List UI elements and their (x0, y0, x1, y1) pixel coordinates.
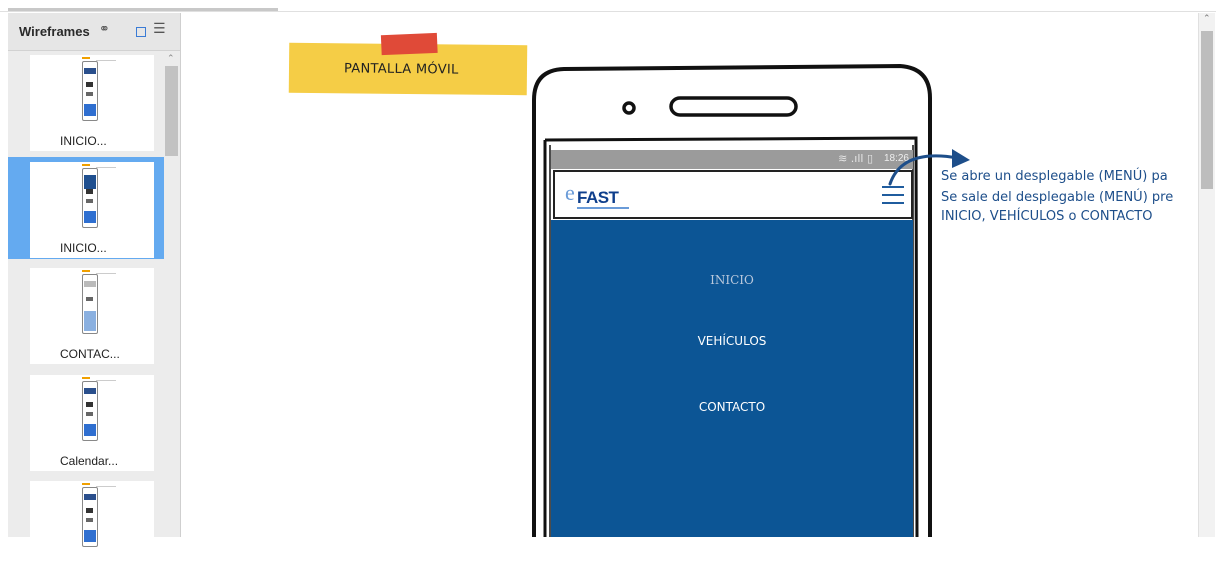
wireframe-thumbnail[interactable]: CONTAC... (30, 268, 154, 364)
camera-icon (622, 101, 636, 115)
scroll-up-icon[interactable]: ⌃ (167, 54, 175, 64)
sidebar-scrollbar-thumb[interactable] (165, 66, 178, 156)
sidebar-scrollbar[interactable]: ⌃ (165, 52, 178, 537)
thumb-phone (82, 168, 98, 228)
wireframe-thumbnail[interactable] (30, 481, 154, 577)
list-view-icon[interactable]: ☰ (153, 21, 166, 37)
grid-view-icon[interactable] (136, 27, 146, 37)
logo-text: FAST (577, 188, 619, 207)
canvas-scrollbar[interactable]: ⌃ (1198, 13, 1215, 537)
canvas-scrollbar-thumb[interactable] (1201, 31, 1213, 189)
status-bar: ≋ .ıll ▯ 18:26 (551, 150, 913, 169)
scroll-up-icon[interactable]: ⌃ (1203, 14, 1211, 24)
sticky-note[interactable]: PANTALLA MÓVIL (288, 32, 528, 96)
wireframe-thumbnail[interactable]: Calendar... (30, 375, 154, 471)
wireframe-thumbnail[interactable]: INICIO... (30, 55, 154, 151)
sidebar-title: Wireframes (19, 24, 90, 39)
wireframe-thumbnail-selected[interactable]: INICIO... (30, 162, 154, 258)
thumb-text (96, 273, 116, 274)
thumb-text (96, 486, 116, 487)
menu-item-contacto[interactable]: CONTACTO (551, 400, 913, 414)
thumbnail-label: Calendar... (60, 454, 119, 468)
thumb-text (96, 167, 116, 168)
menu-item-vehiculos[interactable]: VEHÍCULOS (551, 334, 913, 348)
logo-e: e (565, 180, 575, 205)
top-strip (0, 0, 1216, 12)
sidebar-header: Wireframes ⚭ ☰ (8, 13, 180, 51)
thumb-note (82, 483, 90, 485)
thumb-note (82, 377, 90, 379)
divider (0, 11, 1216, 12)
dropdown-menu: INICIO VEHÍCULOS CONTACTO (551, 220, 913, 537)
annotation-line-1: Se abre un desplegable (MENÚ) pa (941, 169, 1168, 184)
annotation-line-3: INICIO, VEHÍCULOS o CONTACTO (941, 209, 1153, 224)
thumb-note (82, 270, 90, 272)
thumb-phone (82, 381, 98, 441)
link-icon[interactable]: ⚭ (99, 22, 110, 37)
thumb-phone (82, 487, 98, 547)
thumb-note (82, 57, 90, 59)
annotation-line-2: Se sale del desplegable (MENÚ) pre (941, 190, 1174, 205)
app-header: e FAST (553, 170, 913, 219)
thumbnail-label: INICIO... (60, 241, 107, 255)
thumb-text (96, 60, 116, 61)
menu-item-inicio[interactable]: INICIO (551, 273, 913, 287)
status-icons: ≋ .ıll ▯ (838, 152, 873, 165)
wireframes-sidebar: Wireframes ⚭ ☰ INICIO... INICIO... CONTA… (8, 13, 181, 577)
thumbnail-label: INICIO... (60, 134, 107, 148)
efast-logo[interactable]: e FAST (565, 180, 635, 214)
thumbnail-label: CONTAC... (60, 347, 120, 361)
thumb-phone (82, 61, 98, 121)
logo-underline (577, 207, 629, 209)
sticky-note-label: PANTALLA MÓVIL (343, 61, 459, 78)
thumb-phone (82, 274, 98, 334)
thumb-note (82, 164, 90, 166)
speaker-icon (669, 96, 798, 117)
tape-icon (380, 32, 438, 56)
thumb-text (96, 380, 116, 381)
